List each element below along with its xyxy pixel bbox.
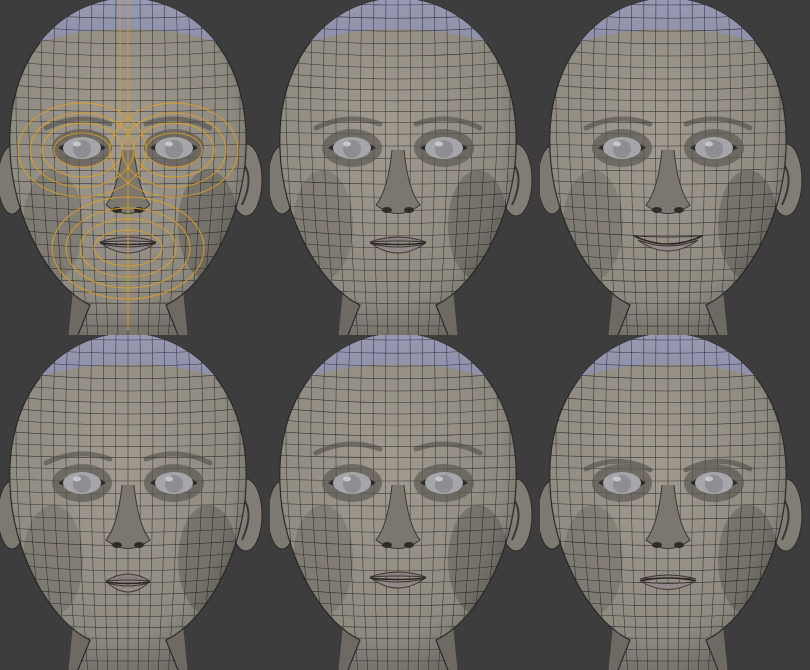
head-panel-3 bbox=[540, 0, 810, 335]
left-cheek-shadow bbox=[293, 505, 353, 615]
right-eye-highlight bbox=[165, 141, 173, 147]
left-eye-highlight bbox=[73, 141, 81, 147]
left-nostril bbox=[112, 542, 122, 548]
head-panel-1 bbox=[0, 0, 270, 335]
left-cheek-shadow bbox=[563, 170, 623, 280]
left-nostril bbox=[652, 542, 662, 548]
head-render bbox=[270, 0, 533, 335]
left-eye-highlight bbox=[73, 476, 81, 482]
left-eye-highlight bbox=[343, 476, 351, 482]
left-nostril bbox=[652, 207, 662, 213]
right-nostril bbox=[404, 542, 414, 548]
right-nostril bbox=[404, 207, 414, 213]
right-cheek-shadow bbox=[718, 505, 778, 615]
head-render bbox=[0, 0, 263, 335]
viewport bbox=[0, 0, 810, 670]
right-eye-highlight bbox=[705, 476, 713, 482]
left-eye-highlight bbox=[613, 476, 621, 482]
right-cheek-shadow bbox=[448, 170, 508, 280]
right-cheek-shadow bbox=[718, 170, 778, 280]
head-panel-6 bbox=[540, 335, 810, 670]
head-panel-2 bbox=[270, 0, 540, 335]
right-nostril bbox=[134, 542, 144, 548]
left-eye-highlight bbox=[343, 141, 351, 147]
right-cheek-shadow bbox=[448, 505, 508, 615]
right-cheek-shadow bbox=[178, 170, 238, 280]
head-render bbox=[270, 335, 533, 670]
right-eye-highlight bbox=[435, 141, 443, 147]
head-render bbox=[540, 335, 803, 670]
head-render bbox=[540, 0, 803, 335]
right-eye-highlight bbox=[165, 476, 173, 482]
left-cheek-shadow bbox=[23, 505, 83, 615]
head-render bbox=[0, 335, 263, 670]
upper-lip bbox=[633, 235, 703, 238]
right-eye-highlight bbox=[435, 476, 443, 482]
right-nostril bbox=[674, 207, 684, 213]
left-cheek-shadow bbox=[293, 170, 353, 280]
right-cheek-shadow bbox=[178, 505, 238, 615]
right-nostril bbox=[674, 542, 684, 548]
left-cheek-shadow bbox=[563, 505, 623, 615]
head-panel-4 bbox=[0, 335, 270, 670]
head-panel-5 bbox=[270, 335, 540, 670]
right-eye-highlight bbox=[705, 141, 713, 147]
left-nostril bbox=[382, 542, 392, 548]
left-nostril bbox=[382, 207, 392, 213]
left-eye-highlight bbox=[613, 141, 621, 147]
